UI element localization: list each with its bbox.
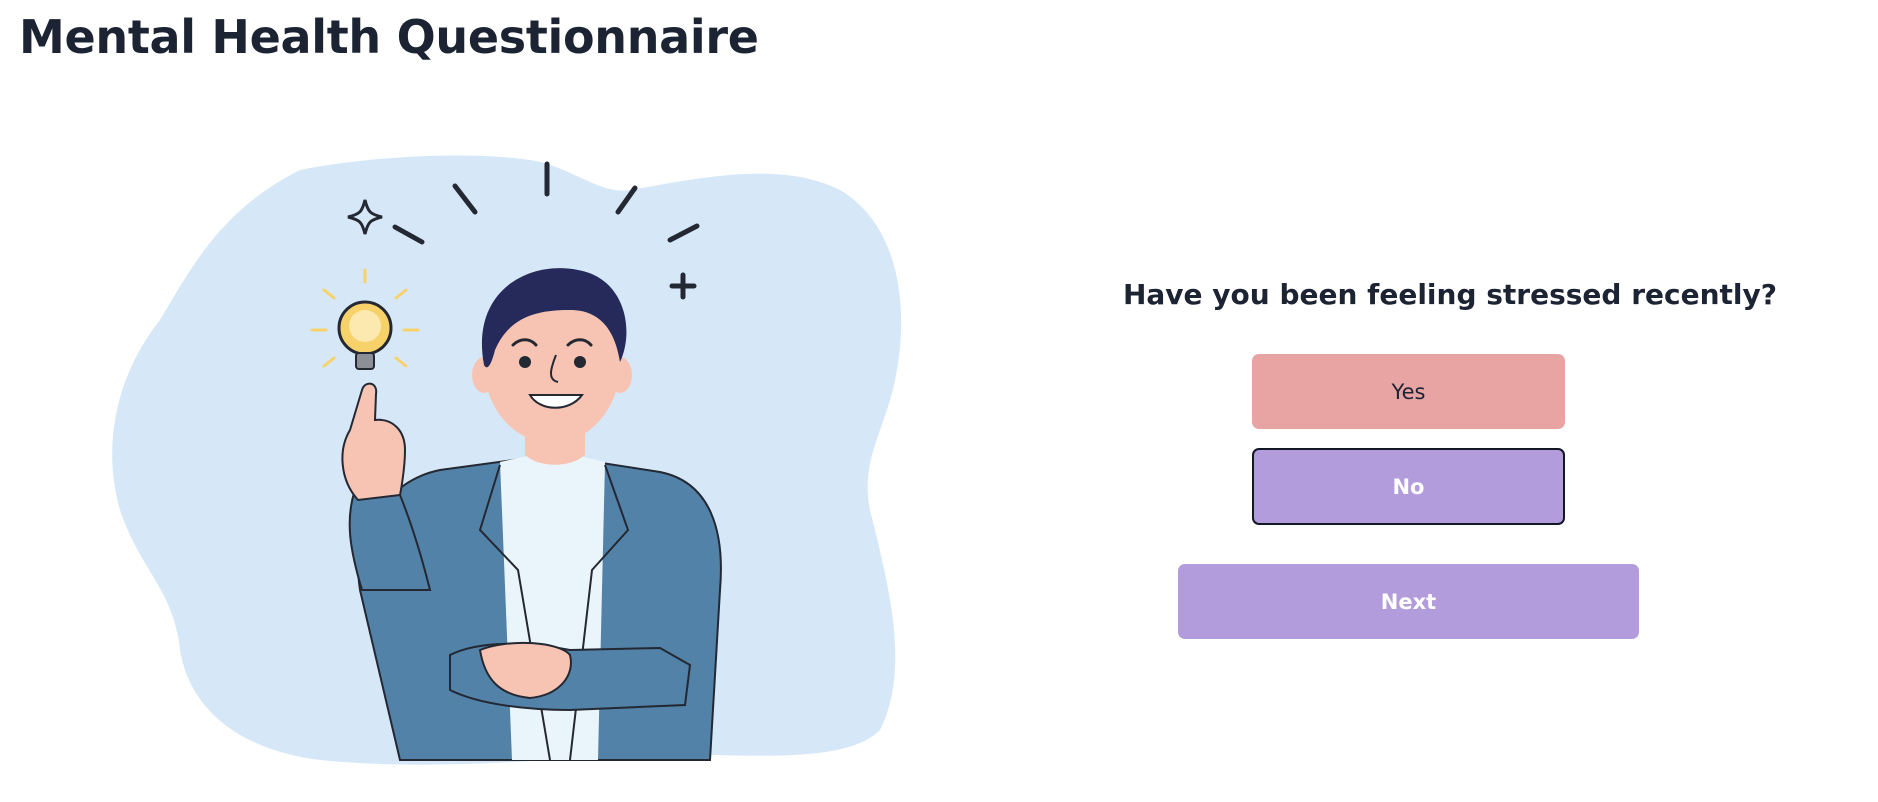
page-title: Mental Health Questionnaire (19, 10, 759, 64)
question-panel: Have you been feeling stressed recently?… (1080, 270, 1820, 670)
question-text: Have you been feeling stressed recently? (1122, 278, 1778, 311)
yes-button[interactable]: Yes (1252, 354, 1565, 429)
thinking-man-illustration (100, 150, 920, 770)
next-button[interactable]: Next (1178, 564, 1639, 639)
no-button[interactable]: No (1252, 448, 1565, 525)
